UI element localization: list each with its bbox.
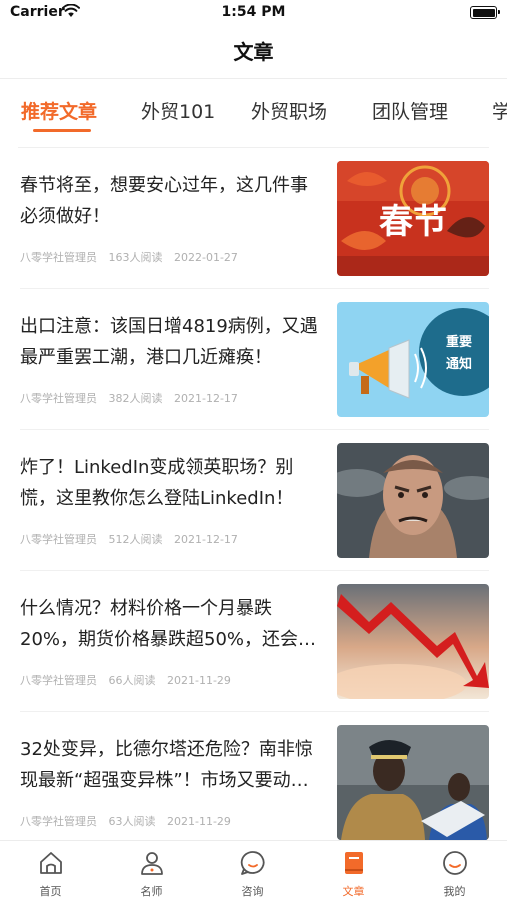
tabbar-label: 我的 [443, 885, 466, 898]
article-meta: 八零学社管理员 163人阅读 2022-01-27 [20, 249, 246, 265]
article-date: 2021-12-17 [174, 392, 238, 405]
article-item[interactable]: 什么情况？材料价格一个月暴跌20%，期货价格暴跌超50%，还会继续跌吗？ 八零学… [0, 571, 507, 712]
tabbar-label: 名师 [140, 885, 163, 898]
article-list: 春节将至，想要安心过年，这几件事必须做好！ 八零学社管理员 163人阅读 202… [0, 148, 507, 840]
article-reads: 163人阅读 [108, 251, 163, 264]
article-date: 2021-11-29 [167, 815, 231, 828]
chat-icon [240, 851, 265, 875]
profile-icon [443, 851, 467, 875]
article-reads: 63人阅读 [108, 815, 156, 828]
spring-festival-image: 春节 [337, 161, 489, 276]
tab-trade-workplace[interactable]: 外贸职场 [251, 97, 327, 124]
article-date: 2022-01-27 [174, 251, 238, 264]
article-author: 八零学社管理员 [20, 392, 97, 405]
article-title: 炸了！LinkedIn变成领英职场？别慌，这里教你怎么登陆LinkedIn！ [20, 457, 294, 509]
announcement-image: 重要 通知 [337, 302, 489, 417]
category-tabs: 推荐文章 外贸101 外贸职场 团队管理 学 [0, 79, 507, 143]
tabbar-label: 文章 [342, 885, 365, 898]
angry-man-image [337, 443, 489, 558]
article-meta: 八零学社管理员 66人阅读 2021-11-29 [20, 672, 239, 688]
officers-image [337, 725, 489, 840]
article-item[interactable]: 32处变异，比德尔塔还危险？南非惊现最新“超强变异株”！市场又要动荡？ 八零学社… [0, 712, 507, 840]
article-thumbnail: 春节 [337, 161, 489, 276]
tabbar-label: 咨询 [241, 885, 264, 898]
article-item[interactable]: 出口注意：该国日增4819病例，又遇最严重罢工潮，港口几近瘫痪！ 八零学社管理员… [0, 289, 507, 430]
article-author: 八零学社管理员 [20, 251, 97, 264]
tabbar-teachers[interactable]: 名师 [101, 841, 202, 900]
image-caption-line1: 重要 [446, 334, 472, 350]
article-thumbnail: 重要 通知 [337, 302, 489, 417]
active-tab-indicator [33, 129, 91, 132]
article-author: 八零学社管理员 [20, 815, 97, 828]
article-meta: 八零学社管理员 63人阅读 2021-11-29 [20, 813, 239, 829]
article-meta: 八零学社管理员 382人阅读 2021-12-17 [20, 390, 246, 406]
article-date: 2021-12-17 [174, 533, 238, 546]
tabbar-consult[interactable]: 咨询 [202, 841, 303, 900]
article-title: 什么情况？材料价格一个月暴跌20%，期货价格暴跌超50%，还会继续跌吗？ [20, 598, 317, 650]
article-reads: 66人阅读 [108, 674, 156, 687]
tab-trade-101[interactable]: 外贸101 [141, 97, 215, 124]
tabbar-home[interactable]: 首页 [0, 841, 101, 900]
falling-arrow-image [337, 584, 489, 699]
article-title: 出口注意：该国日增4819病例，又遇最严重罢工潮，港口几近瘫痪！ [20, 316, 318, 368]
teacher-icon [141, 852, 163, 875]
article-reads: 512人阅读 [108, 533, 163, 546]
tab-recommended[interactable]: 推荐文章 [21, 97, 97, 124]
article-meta: 八零学社管理员 512人阅读 2021-12-17 [20, 531, 246, 547]
image-caption-line2: 通知 [446, 356, 472, 372]
article-author: 八零学社管理员 [20, 674, 97, 687]
article-date: 2021-11-29 [167, 674, 231, 687]
book-icon [345, 852, 363, 874]
article-author: 八零学社管理员 [20, 533, 97, 546]
page-title: 文章 [233, 40, 274, 64]
article-thumbnail [337, 443, 489, 558]
bottom-tab-bar: 首页 名师 咨询 文章 我的 [0, 840, 507, 900]
article-thumbnail [337, 584, 489, 699]
tabbar-articles[interactable]: 文章 [303, 841, 404, 900]
status-bar: Carrier 1:54 PM [0, 0, 507, 28]
tabbar-profile[interactable]: 我的 [404, 841, 505, 900]
home-icon [40, 852, 62, 874]
tab-more[interactable]: 学 [492, 97, 507, 124]
article-thumbnail [337, 725, 489, 840]
article-title: 32处变异，比德尔塔还危险？南非惊现最新“超强变异株”！市场又要动荡？ [20, 739, 313, 791]
article-item[interactable]: 炸了！LinkedIn变成领英职场？别慌，这里教你怎么登陆LinkedIn！ 八… [0, 430, 507, 571]
tabbar-label: 首页 [39, 885, 62, 898]
article-item[interactable]: 春节将至，想要安心过年，这几件事必须做好！ 八零学社管理员 163人阅读 202… [0, 148, 507, 289]
status-time: 1:54 PM [221, 4, 286, 20]
tab-team-management[interactable]: 团队管理 [372, 97, 448, 124]
image-caption: 春节 [379, 202, 447, 242]
battery-icon [470, 6, 500, 19]
article-title: 春节将至，想要安心过年，这几件事必须做好！ [20, 175, 308, 227]
article-reads: 382人阅读 [108, 392, 163, 405]
